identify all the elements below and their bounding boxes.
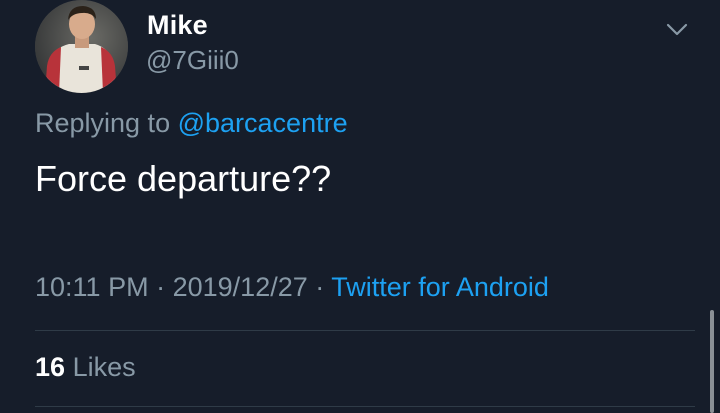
tweet-detail: Mike @7Giii0 Replying to @barcacentre Fo… [0,0,720,413]
chevron-down-icon[interactable] [664,20,690,40]
likes-stat[interactable]: 16 Likes [35,352,136,383]
reply-mention-link[interactable]: @barcacentre [178,108,348,138]
scrollbar[interactable] [710,310,714,413]
tweet-source-link[interactable]: Twitter for Android [331,272,549,302]
replying-to: Replying to @barcacentre [35,108,348,139]
divider [35,406,695,407]
avatar-image [35,0,128,93]
avatar[interactable] [35,0,128,93]
likes-label: Likes [72,352,136,382]
tweet-text: Force departure?? [35,158,332,199]
tweet-date[interactable]: 2019/12/27 [173,272,308,302]
user-handle[interactable]: @7Giii0 [146,45,239,76]
tweet-meta: 10:11 PM · 2019/12/27 · Twitter for Andr… [35,272,549,303]
replying-to-label: Replying to [35,108,171,138]
likes-count: 16 [35,352,66,382]
meta-separator: · [156,272,166,302]
tweet-time[interactable]: 10:11 PM [35,272,149,302]
display-name[interactable]: Mike [147,10,208,41]
divider [35,330,695,331]
meta-separator: · [315,272,325,302]
